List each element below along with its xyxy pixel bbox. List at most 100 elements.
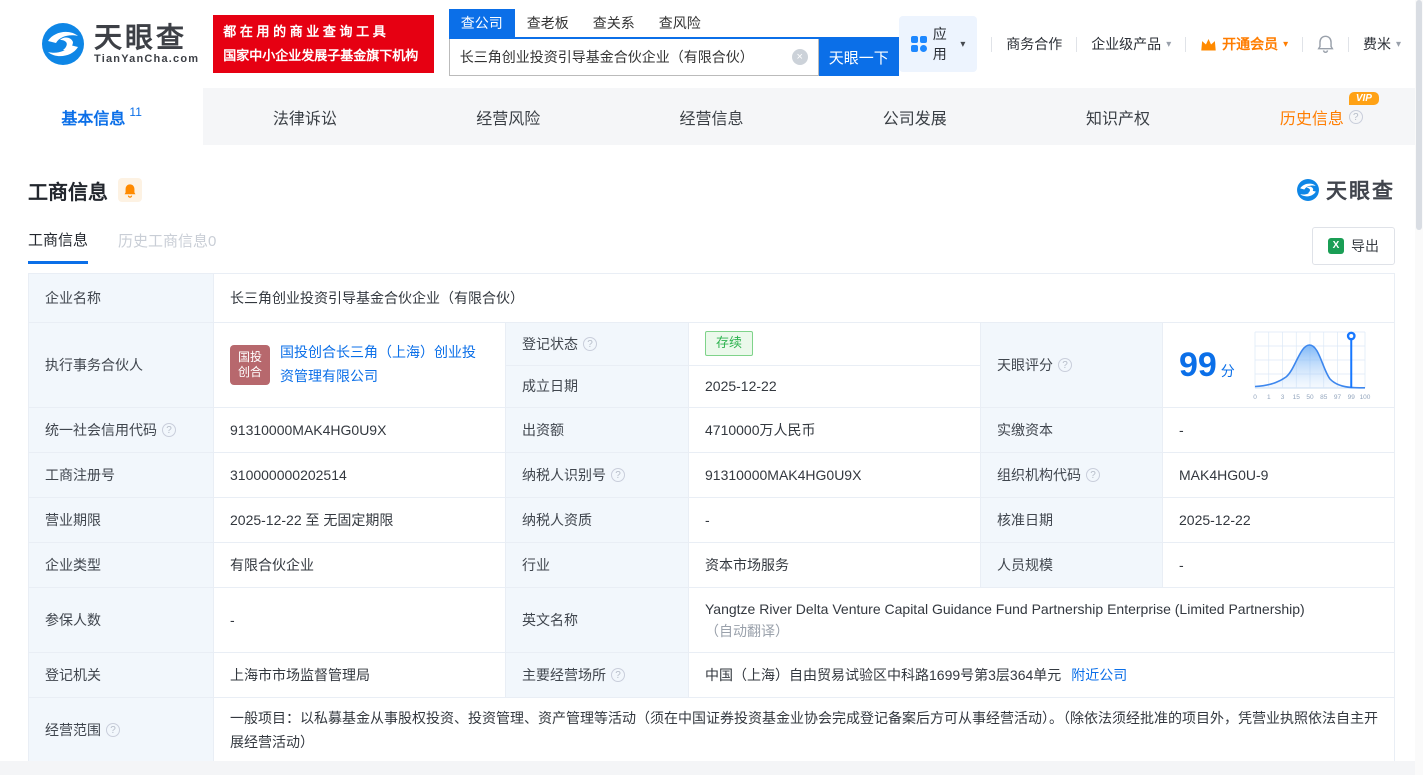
svg-text:50: 50 bbox=[1306, 394, 1314, 401]
search-button[interactable]: 天眼一下 bbox=[818, 38, 899, 76]
company-type-label: 企业类型 bbox=[29, 543, 214, 587]
help-icon[interactable]: ? bbox=[162, 423, 176, 437]
svg-text:15: 15 bbox=[1292, 394, 1300, 401]
top-nav: 应用 ▾ 商务合作 企业级产品 ▾ 开通会员 ▾ 费米 ▾ bbox=[898, 16, 1401, 72]
nav-apps[interactable]: 应用 ▾ bbox=[898, 16, 978, 72]
help-icon[interactable]: ? bbox=[1058, 358, 1072, 372]
registration-authority-label: 登记机关 bbox=[29, 653, 214, 697]
subtab-business-info[interactable]: 工商信息 bbox=[28, 229, 89, 264]
tab-intellectual-property[interactable]: 知识产权 bbox=[1016, 88, 1219, 145]
tianyancha-logo[interactable]: 天眼查 TianYanCha.com bbox=[40, 21, 199, 67]
reg-status-label: 登记状态 ? bbox=[506, 323, 689, 365]
orgcode-value: MAK4HG0U-9 bbox=[1163, 453, 1394, 497]
executive-partner-label: 执行事务合伙人 bbox=[29, 323, 214, 407]
svg-text:97: 97 bbox=[1334, 394, 1342, 401]
tab-basic-info-count: 11 bbox=[129, 104, 142, 119]
search-tabs: 查公司 查老板 查关系 查风险 bbox=[448, 8, 899, 39]
nav-divider bbox=[1302, 36, 1304, 52]
search-input[interactable] bbox=[449, 38, 818, 75]
search-area: 查公司 查老板 查关系 查风险 × 天眼一下 bbox=[448, 8, 899, 76]
partner-company-link[interactable]: 国投创合长三角（上海）创业投资管理有限公司 bbox=[280, 341, 489, 389]
export-button[interactable]: X 导出 bbox=[1312, 227, 1395, 265]
search-tab-relation[interactable]: 查关系 bbox=[581, 9, 647, 37]
tab-history-info[interactable]: VIP 历史信息 ? bbox=[1220, 88, 1423, 145]
search-tab-risk[interactable]: 查风险 bbox=[647, 9, 713, 37]
tab-basic-info[interactable]: 基本信息 11 bbox=[0, 88, 204, 145]
score-marker-pin bbox=[1346, 331, 1356, 341]
paid-capital-value: - bbox=[1163, 408, 1394, 452]
staff-size-value: - bbox=[1163, 543, 1394, 587]
nav-user-menu[interactable]: 费米 ▾ bbox=[1363, 34, 1401, 54]
top-header: 天眼查 TianYanCha.com 都 在 用 的 商 业 查 询 工 具 国… bbox=[0, 0, 1423, 88]
score-value-cell[interactable]: 99 分 0 1 3 15 50 85 97 99 100 bbox=[1163, 323, 1394, 407]
chevron-down-icon: ▾ bbox=[1283, 38, 1289, 50]
table-row-business-scope: 经营范围 ? 一般项目：以私募基金从事股权投资、投资管理、资产管理等活动（须在中… bbox=[29, 697, 1394, 762]
partner-avatar[interactable]: 国投 创合 bbox=[230, 345, 270, 385]
scrollbar-thumb[interactable] bbox=[1416, 0, 1422, 230]
help-icon[interactable]: ? bbox=[1086, 468, 1100, 482]
crown-icon bbox=[1201, 38, 1216, 50]
nav-enterprise-products[interactable]: 企业级产品 ▾ bbox=[1091, 34, 1171, 54]
established-subrow: 成立日期 2025-12-22 bbox=[506, 364, 980, 407]
capital-label: 出资额 bbox=[506, 408, 689, 452]
logo-brand-text: 天眼查 bbox=[94, 22, 188, 53]
tab-history-info-label: 历史信息 bbox=[1279, 110, 1344, 128]
tab-company-development[interactable]: 公司发展 bbox=[813, 88, 1016, 145]
address-label-text: 主要经营场所 bbox=[522, 666, 606, 683]
address-text: 中国（上海）自由贸易试验区中科路1699号第3层364单元 bbox=[705, 666, 1062, 683]
partner-avatar-text2: 创合 bbox=[237, 365, 262, 379]
nav-cooperation[interactable]: 商务合作 bbox=[1006, 34, 1062, 54]
business-info-section: 工商信息 天眼查 工商信息 历史工商信息0 X 导出 企业名称 长三角创业投资引… bbox=[0, 145, 1423, 763]
tab-operating-risk[interactable]: 经营风险 bbox=[407, 88, 610, 145]
company-type-value: 有限合伙企业 bbox=[214, 543, 506, 587]
approve-date-label: 核准日期 bbox=[981, 498, 1163, 542]
help-icon[interactable]: ? bbox=[1348, 109, 1363, 124]
company-section-tabs: 基本信息 11 法律诉讼 经营风险 经营信息 公司发展 知识产权 VIP 历史信… bbox=[0, 88, 1423, 145]
established-value: 2025-12-22 bbox=[689, 365, 980, 407]
slogan-line-2: 国家中小企业发展子基金旗下机构 bbox=[223, 48, 419, 63]
help-icon[interactable]: ? bbox=[611, 668, 625, 682]
tab-company-development-label: 公司发展 bbox=[882, 110, 947, 128]
industry-value: 资本市场服务 bbox=[689, 543, 981, 587]
nav-open-vip[interactable]: 开通会员 ▾ bbox=[1200, 34, 1288, 54]
uscc-label: 统一社会信用代码 ? bbox=[29, 408, 214, 452]
svg-text:85: 85 bbox=[1320, 394, 1328, 401]
taxid-label-text: 纳税人识别号 bbox=[522, 466, 606, 483]
score-distribution-chart: 0 1 3 15 50 85 97 99 100 bbox=[1253, 331, 1371, 401]
nearby-companies-link[interactable]: 附近公司 bbox=[1071, 664, 1127, 686]
section-header: 工商信息 天眼查 bbox=[28, 145, 1395, 205]
executive-partner-value: 国投 创合 国投创合长三角（上海）创业投资管理有限公司 bbox=[214, 323, 506, 407]
search-tab-boss[interactable]: 查老板 bbox=[515, 9, 581, 37]
clear-search-icon[interactable]: × bbox=[791, 48, 808, 65]
table-row-regno-taxid: 工商注册号 310000000202514 纳税人识别号 ? 91310000M… bbox=[29, 452, 1394, 497]
tab-intellectual-property-label: 知识产权 bbox=[1086, 110, 1151, 128]
approve-date-value: 2025-12-22 bbox=[1163, 498, 1394, 542]
scrollbar[interactable] bbox=[1415, 0, 1423, 775]
business-term-value: 2025-12-22 至 无固定期限 bbox=[214, 498, 506, 542]
watermark-logo: 天眼查 bbox=[1296, 175, 1395, 205]
search-tab-company[interactable]: 查公司 bbox=[448, 8, 515, 37]
tab-legal-litigation-label: 法律诉讼 bbox=[272, 110, 337, 128]
auto-translate-note: （自动翻译） bbox=[705, 623, 789, 639]
company-name-label: 企业名称 bbox=[29, 274, 214, 322]
subtab-history-business-info[interactable]: 历史工商信息0 bbox=[118, 230, 216, 262]
help-icon[interactable]: ? bbox=[583, 336, 597, 351]
chevron-down-icon: ▾ bbox=[960, 38, 966, 50]
tab-legal-litigation[interactable]: 法律诉讼 bbox=[203, 88, 406, 145]
regno-label: 工商注册号 bbox=[29, 453, 214, 497]
score-label-text: 天眼评分 bbox=[997, 356, 1053, 373]
help-icon[interactable]: ? bbox=[106, 723, 120, 737]
watermark-text: 天眼查 bbox=[1326, 180, 1395, 203]
uscc-value: 91310000MAK4HG0U9X bbox=[214, 408, 506, 452]
notification-bell-icon[interactable] bbox=[1317, 34, 1334, 54]
subscribe-bell-chip[interactable] bbox=[118, 178, 142, 202]
orgcode-label: 组织机构代码 ? bbox=[981, 453, 1163, 497]
company-name-value: 长三角创业投资引导基金合伙企业（有限合伙） bbox=[214, 274, 1394, 322]
tab-operating-info[interactable]: 经营信息 bbox=[610, 88, 813, 145]
insured-count-label: 参保人数 bbox=[29, 588, 214, 652]
svg-text:99: 99 bbox=[1347, 394, 1355, 401]
taxid-label: 纳税人识别号 ? bbox=[506, 453, 689, 497]
business-scope-label: 经营范围 ? bbox=[29, 698, 214, 762]
help-icon[interactable]: ? bbox=[611, 468, 625, 482]
chevron-down-icon: ▾ bbox=[1395, 38, 1401, 50]
